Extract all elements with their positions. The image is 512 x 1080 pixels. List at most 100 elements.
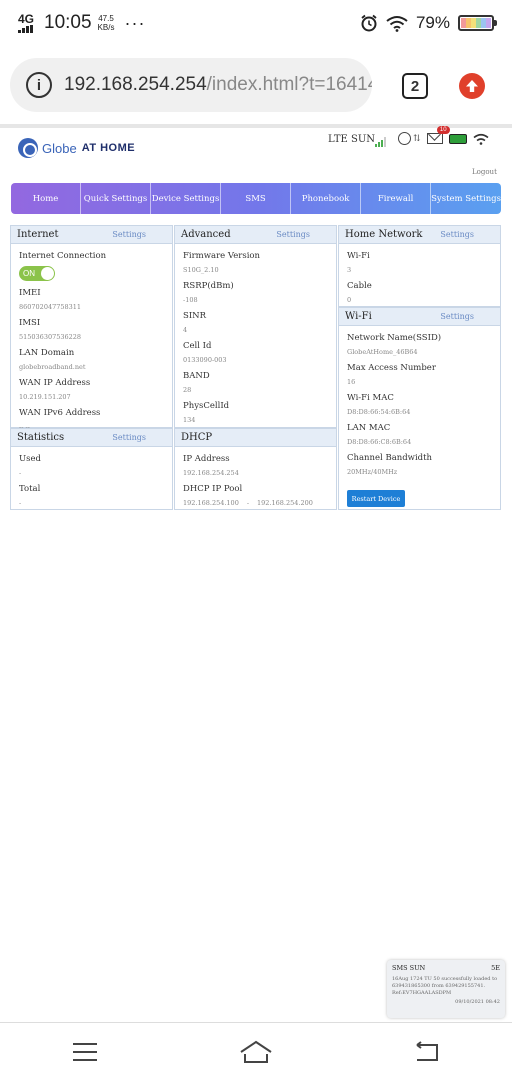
logo-at-home-text: AT HOME	[81, 142, 136, 154]
internet-settings-link[interactable]: Settings	[112, 230, 146, 239]
panel-title: Statistics	[17, 432, 65, 443]
channel-bandwidth-value: 20MHz/40MHz	[347, 468, 398, 476]
ssid-label: Network Name(SSID)	[347, 333, 442, 343]
site-info-icon[interactable]: i	[26, 72, 52, 98]
cell-id-value: 0133090-003	[183, 356, 227, 364]
battery-icon	[458, 15, 497, 31]
globe-at-home-logo[interactable]: Globe AT HOME	[18, 138, 135, 158]
nav-sms[interactable]: SMS	[221, 183, 292, 214]
internet-panel-header: Internet Settings	[11, 226, 172, 244]
statistics-panel: Statistics Settings Used - Total -	[10, 428, 173, 510]
dhcp-ip-label: IP Address	[183, 454, 230, 464]
url-host: 192.168.254.254	[64, 74, 207, 95]
url-text[interactable]: 192.168.254.254/index.html?t=164140	[64, 74, 372, 96]
rsrp-value: -108	[183, 296, 198, 304]
used-label: Used	[19, 454, 41, 464]
home-network-settings-link[interactable]: Settings	[440, 230, 474, 239]
wan-ip-label: WAN IP Address	[19, 378, 91, 388]
dhcp-panel: DHCP IP Address 192.168.254.254 DHCP IP …	[174, 428, 337, 510]
wifi-icon	[386, 15, 408, 32]
internet-connection-toggle[interactable]: ON	[19, 266, 55, 281]
home-network-panel-header: Home Network Settings	[339, 226, 500, 244]
band-label: BAND	[183, 371, 210, 381]
nav-quick-settings[interactable]: Quick Settings	[81, 183, 152, 214]
sms-mail-icon[interactable]: 10	[426, 126, 450, 144]
rsrp-label: RSRP(dBm)	[183, 281, 234, 291]
url-path: /index.html?t=164140	[206, 74, 372, 95]
dhcp-pool-separator: -	[246, 499, 250, 507]
internet-panel: Internet Settings Internet Connection ON…	[10, 225, 173, 431]
wifi-settings-link[interactable]: Settings	[440, 312, 474, 321]
imei-value: 860702047758311	[19, 303, 82, 311]
wan-ipv6-label: WAN IPv6 Address	[19, 408, 101, 418]
wan-ip-value: 10.219.151.207	[19, 393, 71, 401]
nav-system-settings[interactable]: System Settings	[431, 183, 501, 214]
sinr-value: 4	[183, 326, 188, 334]
dhcp-ip-value: 192.168.254.254	[183, 469, 239, 477]
advanced-settings-link[interactable]: Settings	[276, 230, 310, 239]
total-value: -	[19, 499, 22, 507]
sms-close-button[interactable]: 5E	[491, 964, 500, 972]
wifi-clients-label: Wi-Fi	[347, 251, 370, 261]
main-nav: Home Quick Settings Device Settings SMS …	[11, 183, 501, 214]
band-value: 28	[183, 386, 192, 394]
back-button[interactable]	[407, 1037, 447, 1067]
upload-button[interactable]	[459, 73, 485, 99]
status-bar: 4G 10:05 47.5 KB/s ··· 79%	[0, 0, 512, 46]
panel-title: DHCP	[181, 432, 213, 443]
restart-device-button[interactable]: Restart Device	[347, 490, 405, 507]
tab-switcher-button[interactable]: 2	[402, 73, 428, 99]
network-indicator: 4G	[18, 11, 38, 33]
used-value: -	[19, 469, 22, 477]
alarm-icon	[361, 14, 377, 32]
dhcp-pool-label: DHCP IP Pool	[183, 484, 243, 494]
menu-icon	[73, 1042, 98, 1061]
sms-count-badge: 10	[436, 126, 450, 134]
advanced-panel-header: Advanced Settings	[175, 226, 336, 244]
toggle-label: ON	[23, 269, 35, 278]
menu-button[interactable]	[65, 1037, 105, 1067]
lan-domain-label: LAN Domain	[19, 348, 75, 358]
more-notifications-icon: ···	[124, 12, 146, 33]
panel-title: Advanced	[181, 229, 231, 240]
lan-mac-value: D8:D8:66:C8:6B:64	[347, 438, 412, 446]
globe-logo-icon	[18, 138, 38, 158]
lte-signal-icon	[375, 137, 386, 147]
channel-bandwidth-label: Channel Bandwidth	[347, 453, 432, 463]
sms-notification[interactable]: SMS SUN 5E 16Aug 1724 TU 50 successfully…	[387, 960, 505, 1018]
nav-device-settings[interactable]: Device Settings	[151, 183, 222, 214]
carrier-name: LTE SUN	[328, 134, 376, 145]
wifi-mac-label: Wi-Fi MAC	[347, 393, 394, 403]
address-bar[interactable]: i 192.168.254.254/index.html?t=164140	[10, 58, 372, 112]
statistics-settings-link[interactable]: Settings	[112, 433, 146, 442]
system-nav-bar	[0, 1023, 512, 1080]
home-icon	[240, 1040, 272, 1063]
firmware-value: S10G_2.10	[183, 266, 219, 274]
sms-date: 09/10/2021 08:42	[455, 999, 500, 1005]
wifi-panel-header: Wi-Fi Settings	[339, 308, 500, 326]
phys-cell-id-label: PhysCellId	[183, 401, 230, 411]
panel-title: Home Network	[345, 229, 423, 240]
cable-clients-value: 0	[347, 296, 352, 304]
home-network-panel: Home Network Settings Wi-Fi 3 Cable 0	[338, 225, 501, 307]
cell-id-label: Cell Id	[183, 341, 212, 351]
ssid-value: GlobeAtHome_46B64	[347, 348, 418, 356]
home-button[interactable]	[236, 1037, 276, 1067]
wifi-clients-value: 3	[347, 266, 352, 274]
network-type: 4G	[18, 11, 35, 26]
nav-firewall[interactable]: Firewall	[361, 183, 432, 214]
nav-phonebook[interactable]: Phonebook	[291, 183, 362, 214]
sms-body: 16Aug 1724 TU 50 successfully loaded to …	[392, 976, 498, 996]
cable-clients-label: Cable	[347, 281, 372, 291]
phys-cell-id-value: 134	[183, 416, 196, 424]
imei-label: IMEI	[19, 288, 41, 298]
dhcp-pool-start: 192.168.254.100	[183, 499, 239, 507]
data-transfer-icon: ⇅	[413, 133, 421, 144]
statistics-panel-header: Statistics Settings	[11, 429, 172, 447]
nav-home[interactable]: Home	[11, 183, 82, 214]
clock: 10:05	[44, 12, 92, 33]
wifi-panel: Wi-Fi Settings Network Name(SSID) GlobeA…	[338, 307, 501, 510]
signal-bars-icon	[18, 24, 38, 33]
logout-link[interactable]: Logout	[472, 168, 497, 176]
panel-title: Internet	[17, 229, 59, 240]
